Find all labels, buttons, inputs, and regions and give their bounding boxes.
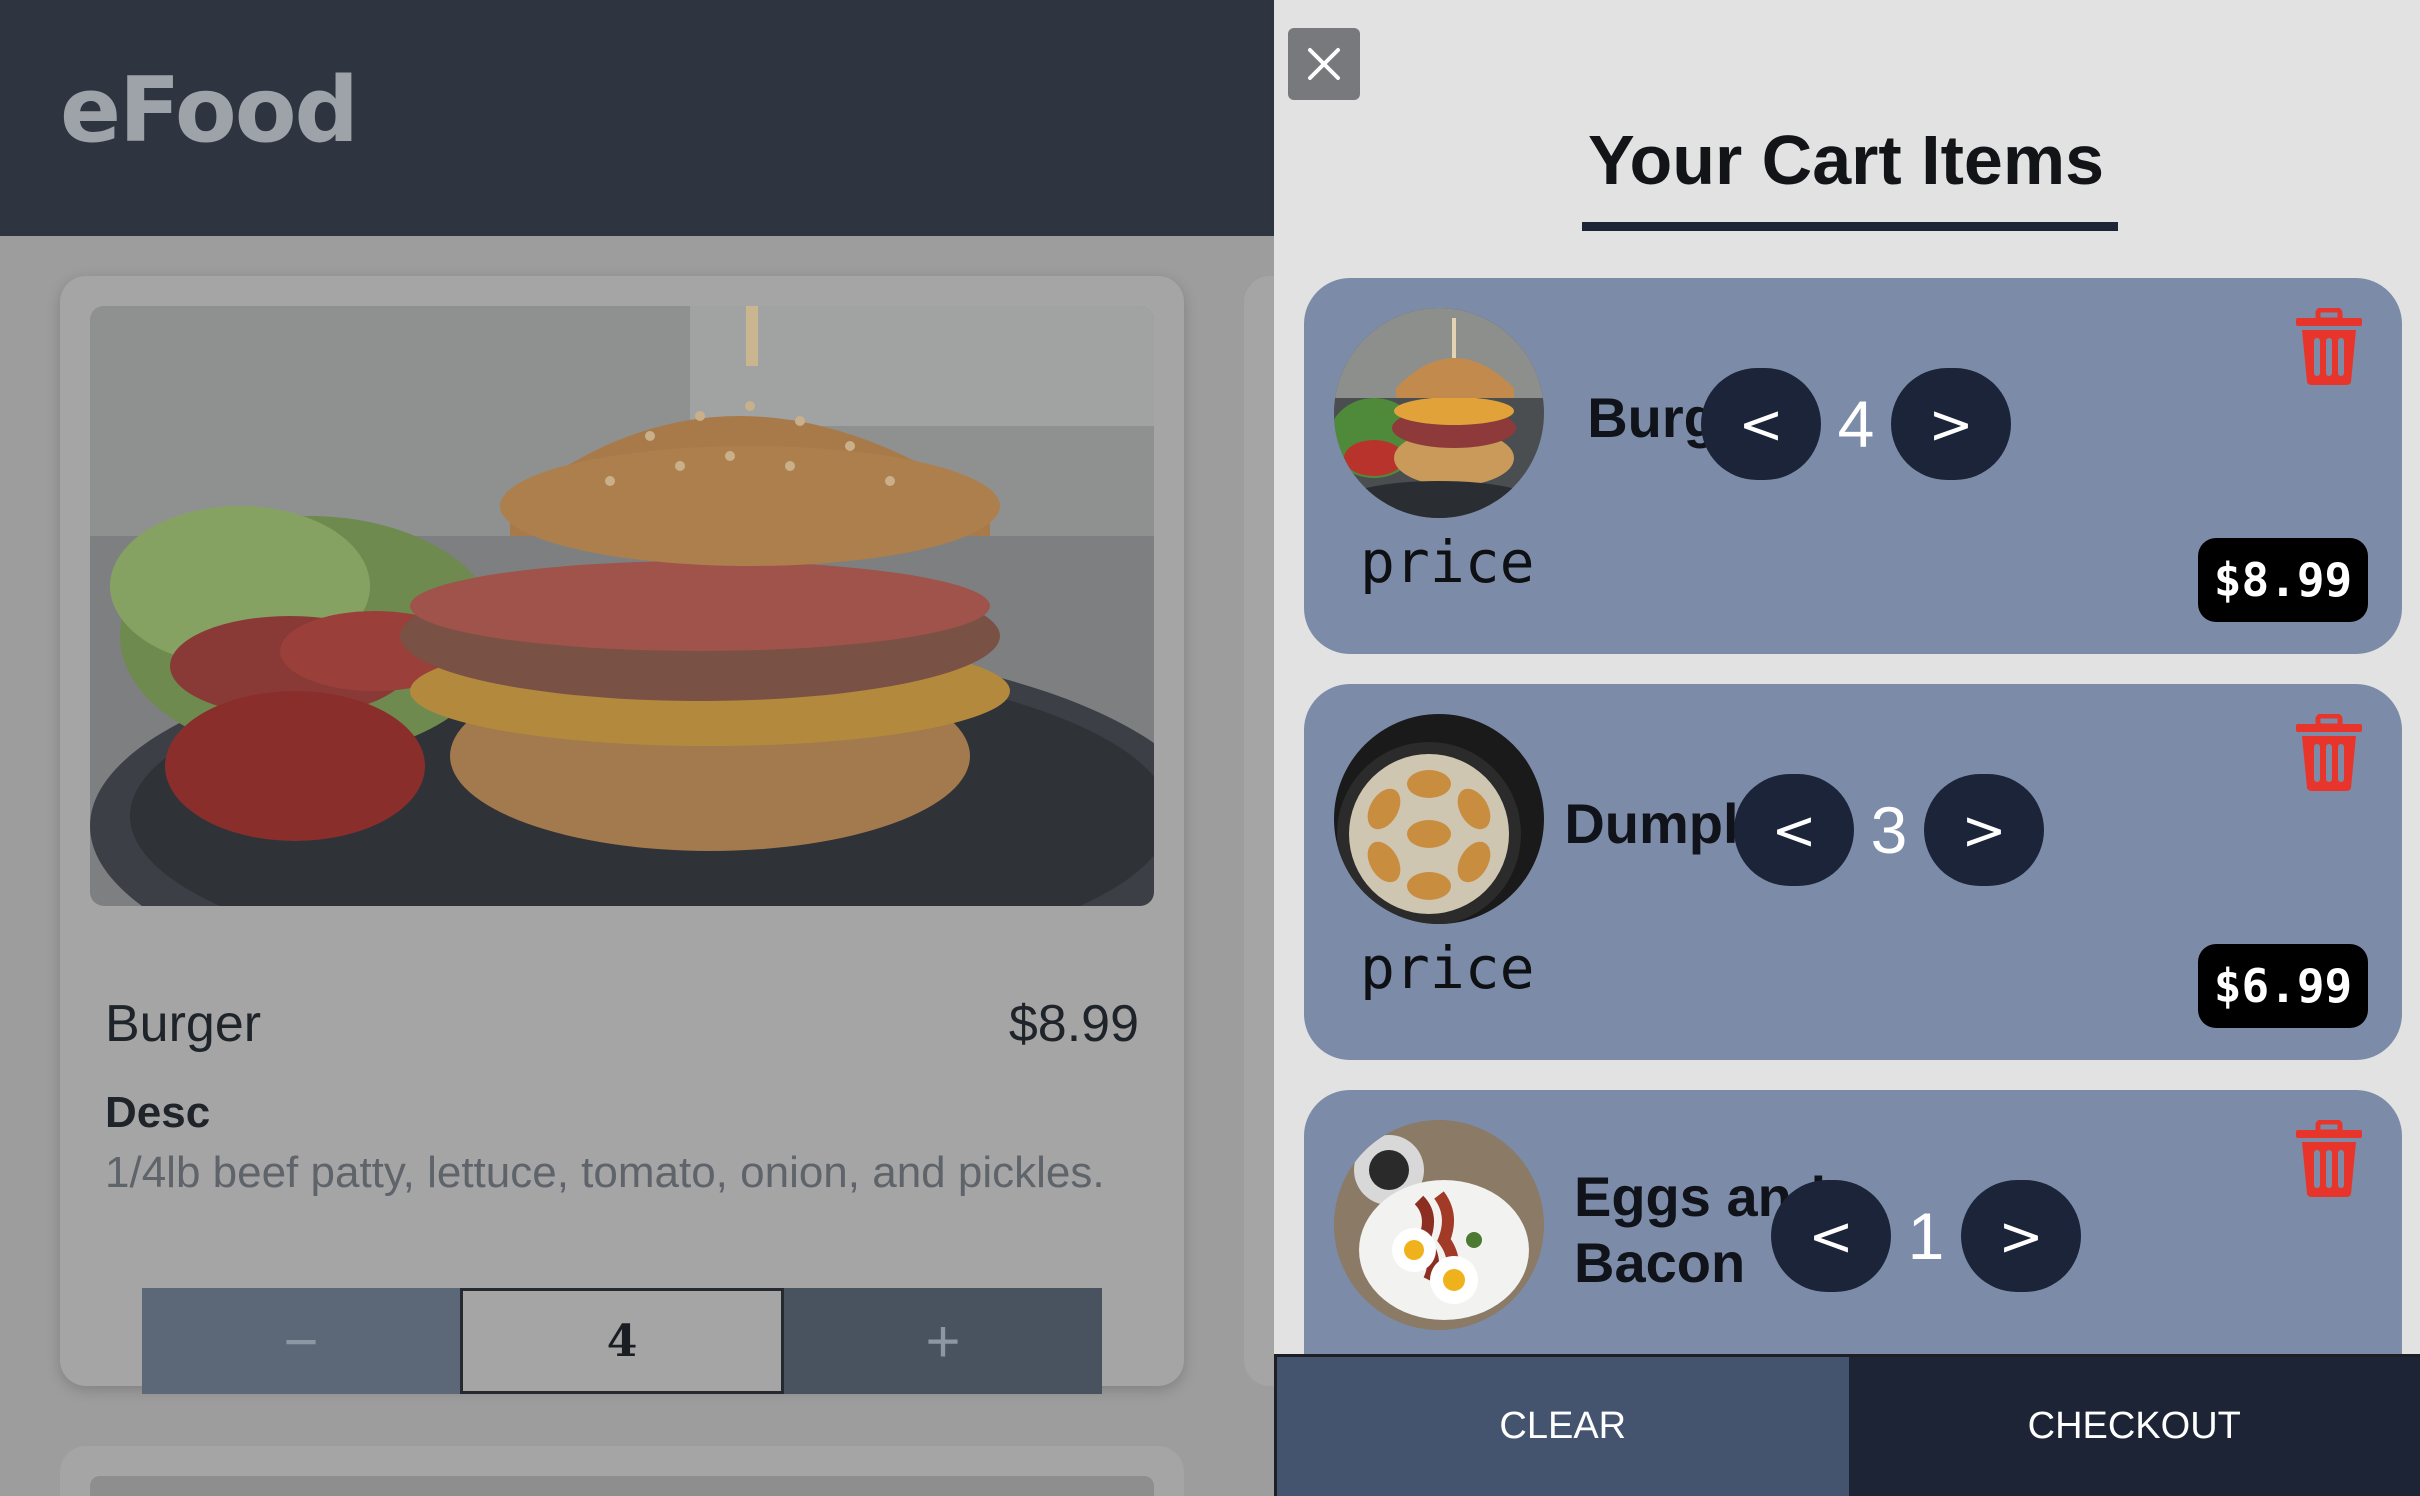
product-description: 1/4lb beef patty, lettuce, tomato, onion…: [105, 1148, 1105, 1197]
cart-drawer: Your Cart Items Burger < 4 > price $8.99…: [1274, 0, 2420, 1496]
cart-item: Dumplings < 3 > price $6.99: [1304, 684, 2402, 1060]
increment-button[interactable]: >: [1891, 368, 2011, 480]
cart-quantity-stepper: < 3 >: [1734, 774, 2044, 886]
menu-page: Burger $8.99 Desc 1/4lb beef patty, lett…: [0, 236, 1274, 1496]
increment-button[interactable]: >: [1961, 1180, 2081, 1292]
cart-item: Burger < 4 > price $8.99: [1304, 278, 2402, 654]
checkout-button[interactable]: CHECKOUT: [1848, 1357, 2420, 1496]
title-underline: [1582, 222, 2118, 231]
price-badge: $6.99: [2198, 944, 2368, 1028]
brand-logo[interactable]: eFood: [60, 58, 359, 163]
product-name: Burger: [105, 995, 262, 1053]
eggs-bacon-thumbnail: [1334, 1120, 1544, 1330]
trash-icon[interactable]: [2294, 714, 2364, 792]
decrement-button[interactable]: <: [1701, 368, 1821, 480]
decrement-button[interactable]: <: [1734, 774, 1854, 886]
price-label: price: [1360, 934, 1535, 1002]
close-button[interactable]: [1288, 28, 1360, 100]
decrement-button[interactable]: <: [1771, 1180, 1891, 1292]
increment-button[interactable]: >: [1924, 774, 2044, 886]
trash-icon[interactable]: [2294, 1120, 2364, 1198]
description-label: Desc: [105, 1088, 211, 1137]
quantity-value: 4: [460, 1288, 784, 1394]
product-price: $8.99: [1008, 995, 1139, 1053]
cart-quantity-stepper: < 1 >: [1771, 1180, 2081, 1292]
cart-footer: CLEAR CHECKOUT: [1274, 1354, 2420, 1496]
price-label: price: [1360, 528, 1535, 596]
clear-cart-button[interactable]: CLEAR: [1274, 1357, 1849, 1496]
cart-quantity-stepper: < 4 >: [1701, 368, 2011, 480]
app-header: eFood: [0, 0, 1274, 236]
quantity-stepper: − 4 +: [142, 1288, 1102, 1394]
close-icon: [1308, 48, 1340, 80]
trash-icon[interactable]: [2294, 308, 2364, 386]
decrease-quantity-button[interactable]: −: [142, 1288, 460, 1394]
burger-image: [90, 306, 1154, 906]
cart-item-quantity: 4: [1837, 387, 1875, 461]
cart-item-quantity: 3: [1870, 793, 1908, 867]
next-product-card-peek: [1244, 276, 1274, 1386]
next-product-card: [60, 1446, 1184, 1496]
burger-thumbnail: [1334, 308, 1544, 518]
increase-quantity-button[interactable]: +: [784, 1288, 1102, 1394]
cart-title: Your Cart Items: [1587, 121, 2105, 199]
product-card: Burger $8.99 Desc 1/4lb beef patty, lett…: [60, 276, 1184, 1394]
price-badge: $8.99: [2198, 538, 2368, 622]
cart-item-quantity: 1: [1907, 1199, 1945, 1273]
dumplings-thumbnail: [1334, 714, 1544, 924]
